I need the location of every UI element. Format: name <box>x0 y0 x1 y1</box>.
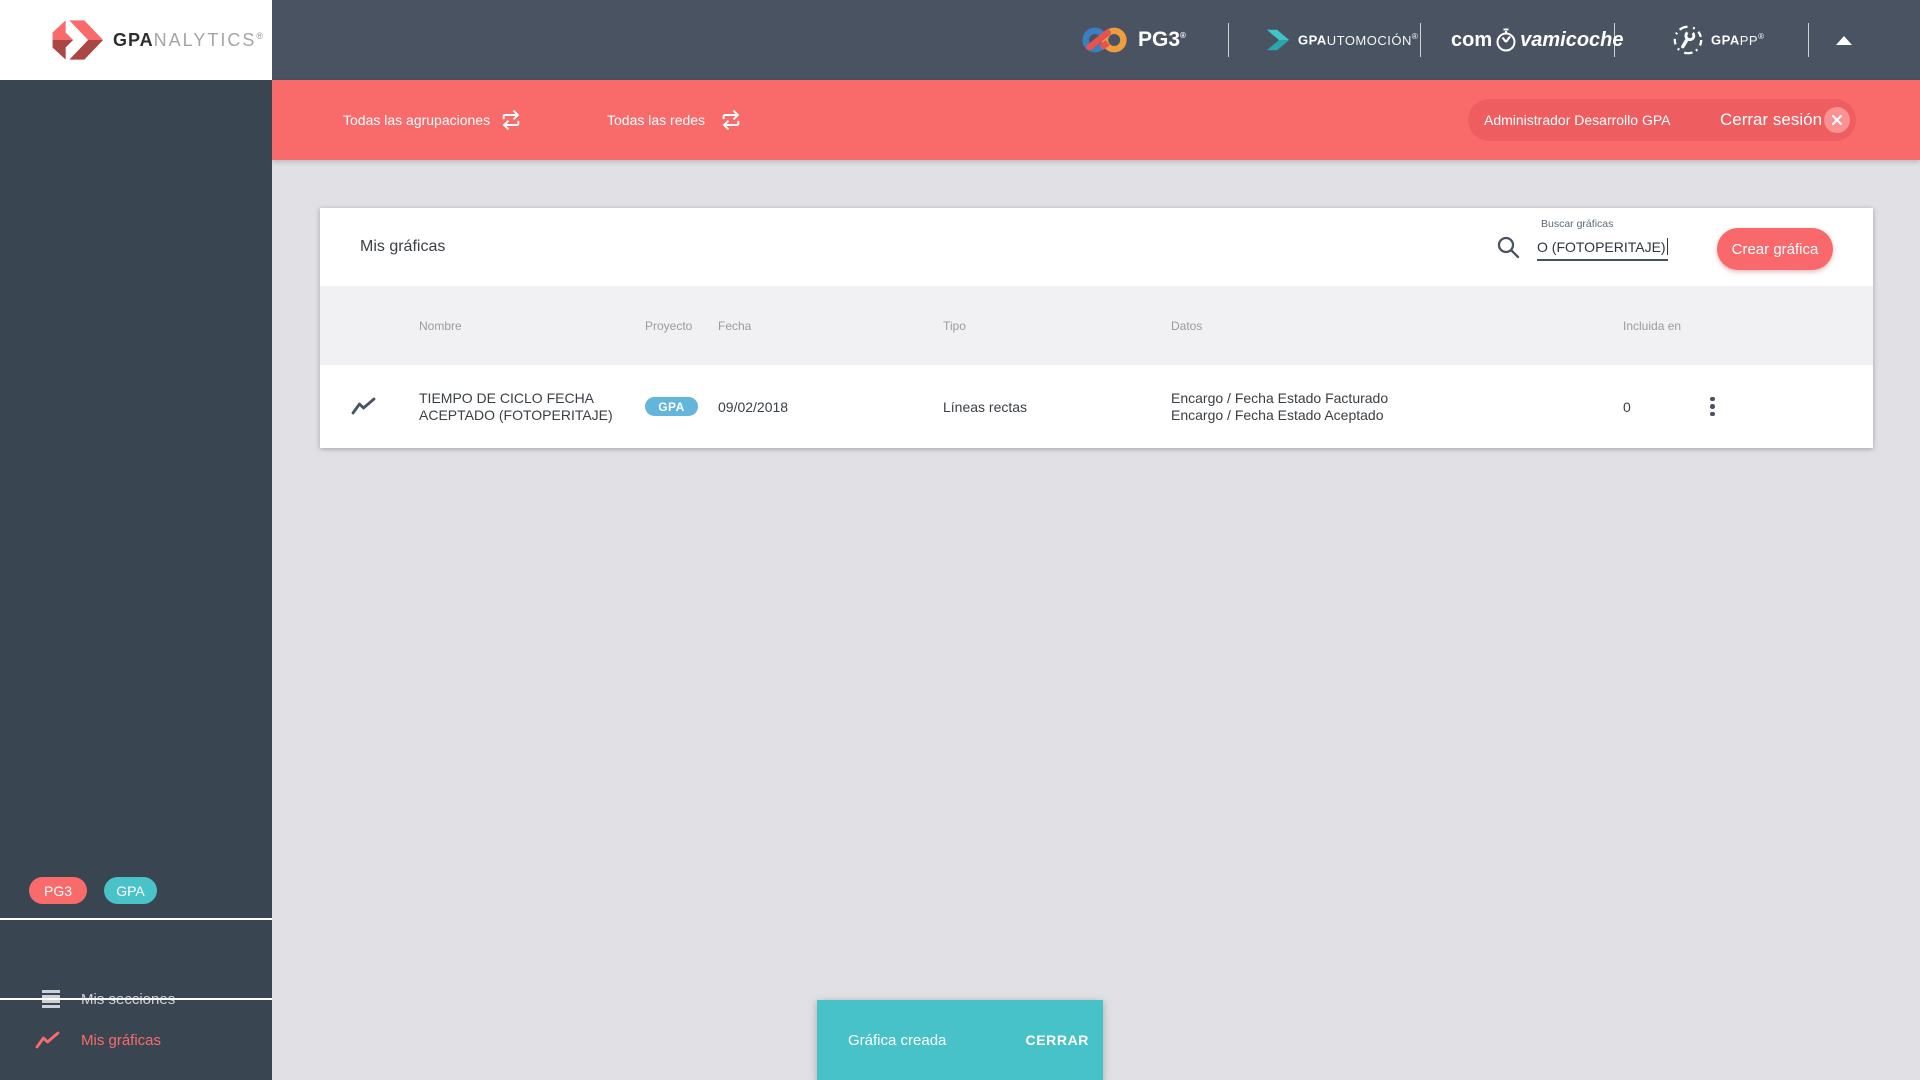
gpapp-label: GPAPP® <box>1711 32 1765 48</box>
divider <box>1228 23 1229 57</box>
toast-close-button[interactable]: CERRAR <box>1026 1032 1090 1048</box>
column-header-proyecto: Proyecto <box>645 318 693 333</box>
pg3-label: PG3® <box>1138 28 1186 51</box>
column-header-nombre: Nombre <box>419 318 462 333</box>
brand-pg3[interactable]: PG3® <box>1082 0 1186 80</box>
search-icon[interactable] <box>1496 235 1521 260</box>
filter-redes[interactable]: Todas las redes <box>607 80 705 160</box>
gpautomocion-label: GPAUTOMOCIÓN® <box>1298 32 1419 48</box>
top-bar: GPANALYTICS® PG3® GPAUTOMOCIÓN® com vami… <box>0 0 1920 80</box>
column-header-fecha: Fecha <box>718 318 752 333</box>
cell-fecha: 09/02/2018 <box>718 398 789 415</box>
mis-graficas-panel: Mis gráficas Buscar gráficas O (FOTOPERI… <box>320 208 1873 448</box>
app-logo[interactable]: GPANALYTICS® <box>0 0 272 80</box>
sidebar-item-mis-graficas[interactable]: Mis gráficas <box>0 1000 272 1080</box>
gpanalytics-logo-text: GPANALYTICS® <box>113 29 264 50</box>
cell-nombre: TIEMPO DE CICLO FECHA ACEPTADO (FOTOPERI… <box>419 390 613 423</box>
gpautomocion-logo-icon <box>1264 26 1292 54</box>
column-header-incluida-en: Incluida en <box>1623 318 1682 333</box>
text-cursor <box>1666 238 1668 255</box>
table-header-row: Nombre Proyecto Fecha Tipo Datos Incluid… <box>320 286 1873 365</box>
clock-icon <box>1494 27 1518 53</box>
gpapp-logo-icon <box>1671 23 1705 57</box>
pg3-logo-icon <box>1082 25 1128 55</box>
divider <box>1420 23 1421 57</box>
cell-incluida-en: 0 <box>1623 398 1631 415</box>
search-input-value: O (FOTOPERITAJE) <box>1537 238 1666 255</box>
sidebar-item-label: Mis gráficas <box>81 1031 162 1049</box>
brand-compravamicoche[interactable]: com vamicoche <box>1451 0 1624 80</box>
brand-gpautomocion[interactable]: GPAUTOMOCIÓN® <box>1264 0 1418 80</box>
cell-proyecto: GPA <box>645 365 698 448</box>
gpa-badge: GPA <box>104 877 157 904</box>
create-chart-button[interactable]: Crear gráfica <box>1717 228 1833 270</box>
project-badge: GPA <box>645 397 698 416</box>
swap-redes-icon[interactable] <box>720 80 742 160</box>
column-header-tipo: Tipo <box>943 318 966 333</box>
cell-tipo: Líneas rectas <box>943 398 1028 415</box>
row-menu <box>1704 365 1721 448</box>
line-chart-icon <box>35 1031 60 1050</box>
pg3-badge: PG3 <box>29 877 87 904</box>
sidebar: PG3 GPA Mis secciones Mis gráficas <box>0 80 272 1080</box>
cell-datos: Encargo / Fecha Estado Facturado Encargo … <box>1171 390 1389 423</box>
logout-button[interactable]: Cerrar sesión <box>1720 99 1822 141</box>
user-name: Administrador Desarrollo GPA <box>1484 112 1671 128</box>
logout-icon[interactable] <box>1824 107 1850 133</box>
table-row[interactable]: TIEMPO DE CICLO FECHA ACEPTADO (FOTOPERI… <box>320 365 1873 448</box>
collapse-arrow-icon[interactable] <box>1830 0 1858 80</box>
comvamicoche-prefix: com <box>1451 28 1493 51</box>
sidebar-badges: PG3 GPA <box>29 877 157 904</box>
divider <box>1614 23 1615 57</box>
search-input[interactable]: O (FOTOPERITAJE) <box>1537 234 1668 261</box>
swap-agrupaciones-icon[interactable] <box>500 80 522 160</box>
divider <box>1808 23 1809 57</box>
page-title: Mis gráficas <box>360 238 446 255</box>
column-header-datos: Datos <box>1171 318 1203 333</box>
toast-message: Gráfica creada <box>848 1031 947 1049</box>
user-session-pill: Administrador Desarrollo GPA Cerrar sesi… <box>1468 99 1856 141</box>
filter-agrupaciones[interactable]: Todas las agrupaciones <box>343 80 490 160</box>
kebab-menu-icon[interactable] <box>1704 389 1721 425</box>
line-chart-icon <box>351 365 376 448</box>
search-field-label: Buscar gráficas <box>1541 218 1614 230</box>
comvamicoche-suffix: vamicoche <box>1520 28 1624 51</box>
gpanalytics-logo-icon <box>46 18 104 62</box>
filter-bar: Todas las agrupaciones Todas las redes A… <box>272 80 1920 160</box>
brand-gpapp[interactable]: GPAPP® <box>1671 0 1764 80</box>
snackbar-toast: Gráfica creada CERRAR <box>817 1000 1103 1080</box>
